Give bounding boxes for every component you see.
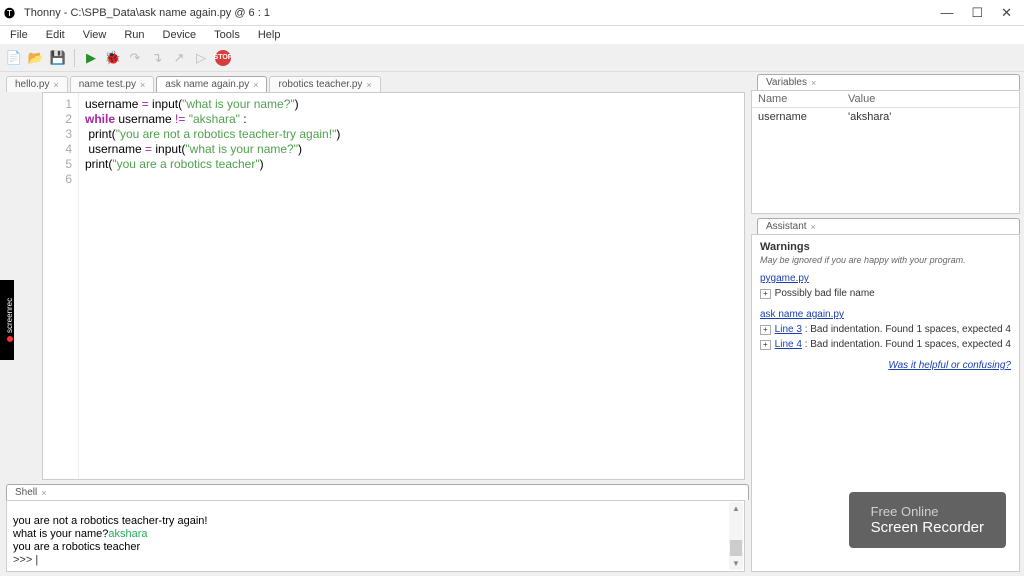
assistant-line-link[interactable]: Line 3 (775, 324, 802, 335)
assistant-file-link[interactable]: pygame.py (760, 273, 809, 284)
new-file-icon[interactable]: 📄 (6, 50, 22, 66)
variables-panel: Name Value username'akshara' (751, 90, 1020, 214)
menu-help[interactable]: Help (250, 28, 289, 42)
debug-icon[interactable]: 🐞 (105, 50, 121, 66)
var-header-name: Name (752, 91, 842, 107)
scroll-up-icon[interactable]: ▲ (729, 502, 743, 515)
menu-run[interactable]: Run (116, 28, 152, 42)
assistant-line-link[interactable]: Line 4 (775, 339, 802, 350)
watermark: Free Online Screen Recorder (849, 492, 1006, 548)
scroll-thumb[interactable] (730, 540, 742, 556)
menu-file[interactable]: File (2, 28, 36, 42)
warnings-note: May be ignored if you are happy with you… (760, 255, 1011, 265)
maximize-button[interactable]: ☐ (971, 5, 983, 21)
warnings-heading: Warnings (760, 241, 1011, 253)
open-file-icon[interactable]: 📂 (28, 50, 44, 66)
window-title: Thonny - C:\SPB_Data\ask name again.py @… (24, 7, 940, 19)
close-icon[interactable]: × (253, 80, 258, 90)
close-button[interactable]: ✕ (1001, 5, 1012, 21)
step-into-icon[interactable]: ↴ (149, 50, 165, 66)
assistant-tab[interactable]: Assistant× (757, 218, 1020, 234)
editor-tabstrip: hello.py×name test.py×ask name again.py×… (0, 72, 749, 92)
close-icon[interactable]: × (366, 80, 371, 90)
menu-view[interactable]: View (75, 28, 115, 42)
toolbar: 📄 📂 💾 ▶ 🐞 ↷ ↴ ↗ ▷ STOP (0, 44, 1024, 72)
shell-scrollbar[interactable]: ▲ ▼ (729, 502, 743, 570)
shell-tab[interactable]: Shell× (6, 484, 749, 500)
close-icon[interactable]: × (41, 488, 46, 498)
editor-tab[interactable]: hello.py× (6, 76, 68, 92)
close-icon[interactable]: × (811, 222, 816, 232)
shell[interactable]: you are not a robotics teacher-try again… (6, 500, 745, 572)
scroll-down-icon[interactable]: ▼ (729, 557, 743, 570)
editor-tab[interactable]: ask name again.py× (156, 76, 267, 92)
app-icon: 🅣 (4, 5, 20, 21)
stop-icon[interactable]: STOP (215, 50, 231, 66)
variable-row[interactable]: username'akshara' (752, 108, 1019, 126)
close-icon[interactable]: × (140, 80, 145, 90)
editor-tab[interactable]: name test.py× (70, 76, 155, 92)
expand-icon[interactable]: + (760, 340, 771, 350)
save-file-icon[interactable]: 💾 (50, 50, 66, 66)
expand-icon[interactable]: + (760, 289, 771, 299)
step-over-icon[interactable]: ↷ (127, 50, 143, 66)
feedback-link[interactable]: Was it helpful or confusing? (888, 360, 1011, 371)
assistant-item: Possibly bad file name (775, 288, 875, 299)
resume-icon[interactable]: ▷ (193, 50, 209, 66)
menu-edit[interactable]: Edit (38, 28, 73, 42)
menu-device[interactable]: Device (155, 28, 205, 42)
step-out-icon[interactable]: ↗ (171, 50, 187, 66)
menu-tools[interactable]: Tools (206, 28, 248, 42)
close-icon[interactable]: × (811, 78, 816, 88)
var-header-value: Value (842, 91, 881, 107)
close-icon[interactable]: × (53, 80, 58, 90)
code-editor[interactable]: 123456 username = input("what is your na… (42, 92, 745, 480)
menubar: FileEditViewRunDeviceToolsHelp (0, 26, 1024, 44)
code-content[interactable]: username = input("what is your name?")wh… (79, 93, 340, 479)
variables-tab[interactable]: Variables× (757, 74, 1020, 90)
run-icon[interactable]: ▶ (83, 50, 99, 66)
expand-icon[interactable]: + (760, 325, 771, 335)
assistant-file-link[interactable]: ask name again.py (760, 309, 844, 320)
line-gutter: 123456 (43, 93, 79, 479)
minimize-button[interactable]: — (940, 5, 953, 21)
editor-tab[interactable]: robotics teacher.py× (269, 76, 380, 92)
titlebar: 🅣 Thonny - C:\SPB_Data\ask name again.py… (0, 0, 1024, 26)
screenrec-badge: screenrec (0, 280, 14, 360)
